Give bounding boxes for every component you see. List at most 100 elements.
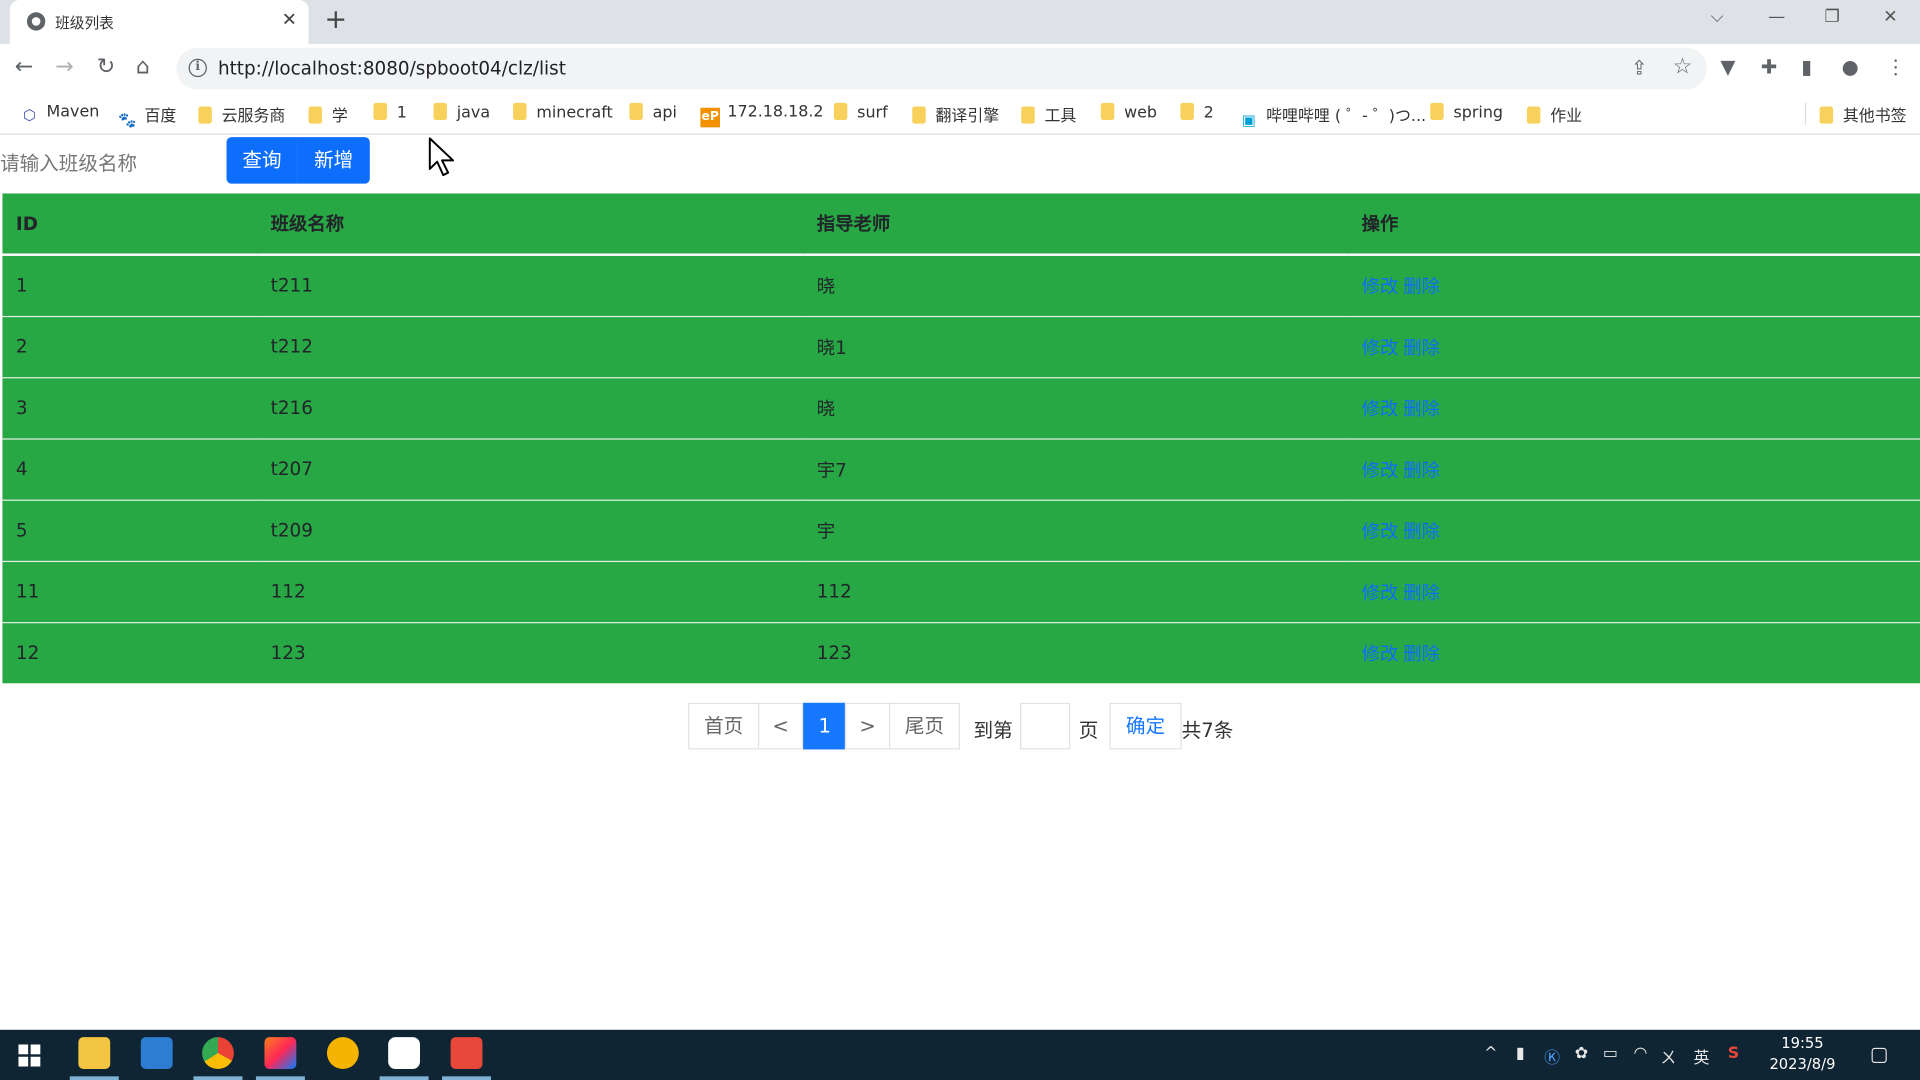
k-app-tray-icon[interactable]: Ⓚ [1544, 1044, 1560, 1067]
folder-icon [629, 102, 643, 121]
delete-link[interactable]: 删除 [1403, 275, 1440, 297]
bookmark-item[interactable]: 1 [373, 102, 407, 123]
intellij-icon[interactable] [264, 1037, 297, 1069]
home-icon[interactable]: ⌂ [136, 54, 150, 80]
class-name-search-input[interactable] [0, 143, 223, 183]
delete-link[interactable]: 删除 [1403, 459, 1440, 481]
bookmark-item[interactable]: eP 172.18.18.2 [700, 103, 824, 128]
bookmark-item[interactable]: web [1100, 102, 1158, 123]
side-panel-icon[interactable]: ▮ [1801, 55, 1812, 78]
restore-button[interactable]: ❐ [1825, 7, 1840, 27]
folder-icon [1100, 102, 1115, 121]
ime-mode-indicator[interactable]: 英 [1693, 1044, 1709, 1067]
bookmark-item[interactable]: java [433, 102, 490, 122]
bookmark-item[interactable]: spring [1430, 102, 1503, 122]
table-row: 2 t212 晓1 修改 删除 [2, 315, 1920, 378]
bookmark-item[interactable]: api [629, 102, 677, 123]
cell-actions: 修改 删除 [1348, 621, 1920, 684]
new-tab-button[interactable]: + [324, 5, 347, 36]
bookmark-item[interactable]: 翻译引擎 [912, 103, 999, 126]
confirm-page-button[interactable]: 确定 [1109, 702, 1182, 750]
bookmark-item[interactable]: surf [833, 102, 888, 122]
delete-link[interactable]: 删除 [1403, 397, 1440, 419]
folder-icon [513, 102, 527, 121]
chrome-icon[interactable] [202, 1037, 234, 1069]
bookmark-item[interactable]: 云服务商 [198, 103, 285, 126]
close-window-button[interactable]: ✕ [1883, 7, 1897, 27]
vpn-extension-icon[interactable]: ▼ [1720, 55, 1735, 78]
share-icon[interactable]: ⇪ [1631, 56, 1647, 79]
url-text[interactable]: http://localhost:8080/spboot04/clz/list [218, 58, 566, 80]
cell-teacher: 晓 [803, 376, 1349, 439]
mail-icon[interactable] [140, 1037, 173, 1069]
add-button[interactable]: 新增 [297, 137, 370, 184]
navicat-icon[interactable] [326, 1037, 359, 1069]
profile-avatar-icon[interactable]: ● [1842, 55, 1859, 78]
prev-page-button[interactable]: < [757, 702, 804, 750]
edit-link[interactable]: 修改 [1362, 643, 1399, 665]
sogou-ime-icon[interactable]: S [1728, 1044, 1739, 1062]
edit-link[interactable]: 修改 [1362, 459, 1399, 481]
delete-link[interactable]: 删除 [1403, 336, 1440, 358]
menu-kebab-icon[interactable]: ⋮ [1886, 55, 1906, 78]
page-content: 查询 新增 ID 班级名称 指导老师 操作 1t211晓修改删除2t212晓1修… [0, 135, 1920, 1030]
goto-page-input[interactable] [1020, 702, 1071, 750]
bookmark-label: api [652, 104, 677, 123]
last-page-button[interactable]: 尾页 [888, 702, 961, 750]
active-app-indicator [379, 1076, 429, 1080]
extensions-puzzle-icon[interactable]: ✚ [1761, 55, 1777, 78]
bookmark-star-icon[interactable]: ☆ [1673, 54, 1693, 80]
cell-id: 1 [2, 254, 258, 316]
delete-link[interactable]: 删除 [1403, 520, 1440, 542]
notification-center-icon[interactable]: ▢ [1870, 1042, 1889, 1065]
edit-link[interactable]: 修改 [1362, 397, 1399, 419]
bookmark-item[interactable]: 2 [1180, 102, 1214, 123]
bookmark-item[interactable]: minecraft [513, 102, 613, 122]
file-explorer-icon[interactable] [78, 1037, 111, 1069]
back-icon[interactable]: ← [15, 54, 33, 80]
info-icon[interactable]: i [188, 58, 207, 78]
bookmark-item[interactable]: ▣ 哔哩哔哩 ( ゜- ゜)つ... [1239, 103, 1426, 130]
bookmark-item[interactable]: 工具 [1021, 103, 1076, 126]
current-page-button[interactable]: 1 [803, 702, 847, 750]
qq-icon[interactable] [388, 1037, 421, 1069]
reload-icon[interactable]: ↻ [97, 54, 115, 80]
bookmark-label: web [1124, 104, 1158, 123]
bookmark-label: 1 [396, 104, 407, 123]
edit-link[interactable]: 修改 [1362, 275, 1399, 297]
tab-close-icon[interactable]: ✕ [282, 9, 297, 31]
recorder-icon[interactable] [450, 1037, 483, 1069]
bookmark-label: 2 [1203, 104, 1214, 123]
cell-class-name: t209 [257, 498, 804, 561]
battery-icon[interactable]: ▭ [1603, 1044, 1618, 1062]
bookmark-item[interactable]: 作业 [1526, 103, 1582, 126]
cell-id: 11 [2, 560, 258, 623]
tab-strip: 班级列表 ✕ + ⌵ — ❐ ✕ [0, 0, 1920, 45]
next-page-button[interactable]: > [844, 702, 891, 750]
system-clock[interactable]: 19:55 2023/8/9 [1763, 1033, 1841, 1075]
forward-icon[interactable]: → [55, 54, 73, 80]
edit-link[interactable]: 修改 [1362, 336, 1399, 358]
wechat-tray-icon[interactable]: ✿ [1575, 1044, 1588, 1062]
windows-start-icon[interactable] [18, 1044, 41, 1067]
address-bar[interactable]: i http://localhost:8080/spboot04/clz/lis… [176, 47, 1707, 90]
bookmark-item[interactable]: ⬡ Maven [20, 103, 100, 125]
bookmark-item[interactable]: 学 [308, 103, 348, 126]
bookmark-item[interactable]: 🐾 百度 [118, 103, 176, 130]
volume-muted-icon[interactable]: ㄨ [1660, 1044, 1676, 1067]
total-count-label: 共7条 [1181, 718, 1234, 743]
first-page-button[interactable]: 首页 [688, 702, 760, 750]
minimize-button[interactable]: — [1768, 7, 1785, 27]
delete-link[interactable]: 删除 [1403, 643, 1440, 665]
edit-link[interactable]: 修改 [1362, 581, 1399, 603]
cell-actions: 修改 删除 [1348, 560, 1920, 623]
microphone-icon[interactable]: ▮ [1516, 1044, 1525, 1062]
tray-expand-icon[interactable]: ^ [1484, 1044, 1497, 1062]
wifi-icon[interactable]: ◠ [1633, 1044, 1647, 1062]
other-bookmarks[interactable]: 其他书签 [1819, 103, 1907, 126]
tab-search-icon[interactable]: ⌵ [1711, 7, 1724, 27]
browser-tab[interactable]: 班级列表 ✕ [9, 0, 309, 45]
delete-link[interactable]: 删除 [1403, 581, 1440, 603]
edit-link[interactable]: 修改 [1362, 520, 1399, 542]
query-button[interactable]: 查询 [226, 137, 298, 184]
